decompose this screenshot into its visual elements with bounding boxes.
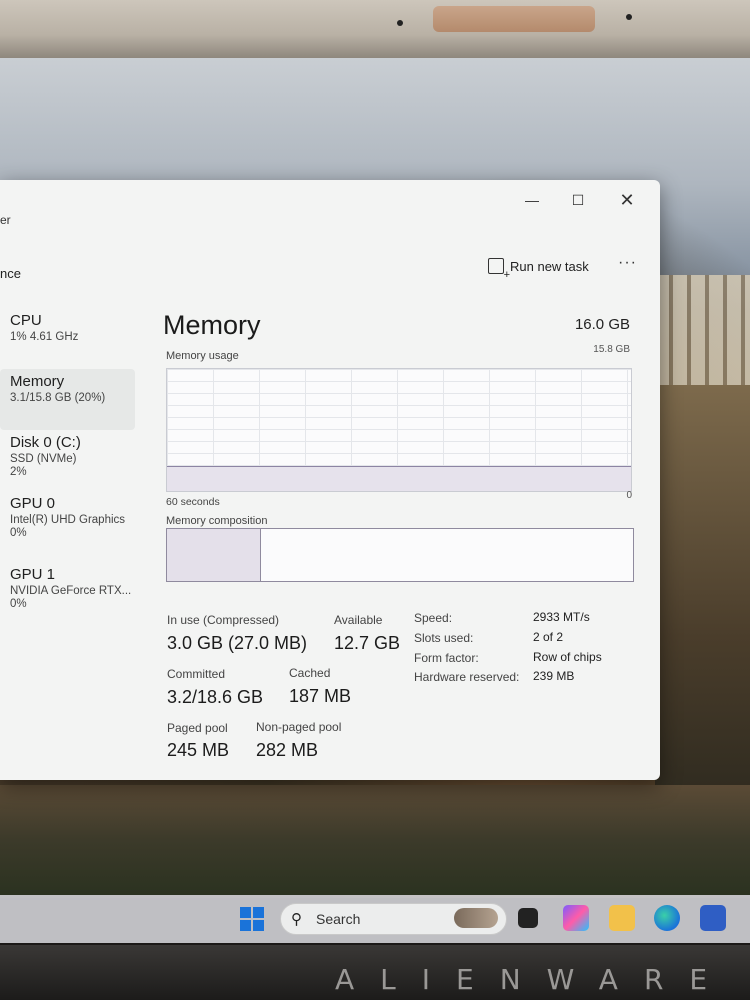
committed-value: 3.2/18.6 GB (167, 687, 264, 707)
nav-item-sub: 1% 4.61 GHz (10, 331, 79, 343)
nav-item-gpu0[interactable]: GPU 0 Intel(R) UHD Graphics 0% (0, 491, 135, 562)
minimize-button[interactable]: — (517, 188, 547, 212)
task-manager-window: er — ☐ ✕ nce Run new task ··· CPU 1% 4.6… (0, 180, 660, 780)
paged-pool-label: Paged pool (167, 721, 228, 735)
search-placeholder: Search (316, 911, 361, 927)
page-title: nce (0, 266, 21, 281)
form-factor-value: Row of chips (533, 650, 602, 664)
performance-nav: CPU 1% 4.61 GHz Memory 3.1/15.8 GB (20%)… (0, 308, 135, 633)
more-options-button[interactable]: ··· (618, 254, 637, 272)
brand-logo: ALIENWARE (335, 963, 734, 996)
store-icon[interactable] (700, 905, 726, 931)
total-memory: 16.0 GB (574, 316, 630, 333)
sensor-dot (626, 14, 632, 20)
wallpaper-building (655, 275, 750, 385)
memory-usage-label: Memory usage (166, 350, 239, 362)
panel-title: Memory (163, 310, 261, 340)
nav-item-name: Disk 0 (C:) (10, 434, 81, 451)
graph-zero-label: 0 (626, 490, 632, 501)
nav-item-name: GPU 0 (10, 495, 56, 512)
window-title: er (0, 213, 11, 227)
nav-item-sub: NVIDIA GeForce RTX... (10, 585, 132, 597)
nav-item-cpu[interactable]: CPU 1% 4.61 GHz (0, 308, 135, 369)
hardware-reserved-label: Hardware reserved: (414, 670, 520, 684)
paged-pool-value: 245 MB (167, 740, 230, 760)
title-bar[interactable]: er — ☐ ✕ (0, 180, 660, 227)
nav-item-sub2: 0% (10, 527, 27, 539)
nav-item-name: GPU 1 (10, 566, 56, 583)
cached-value: 187 MB (289, 686, 352, 706)
form-factor-label: Form factor: (414, 651, 479, 665)
run-new-task-label: Run new task (510, 258, 589, 274)
non-paged-pool-label: Non-paged pool (256, 720, 342, 734)
run-new-task-button[interactable]: Run new task (488, 258, 589, 281)
hardware-reserved-value: 239 MB (533, 669, 575, 683)
memory-composition-bar (166, 528, 634, 582)
file-explorer-icon[interactable] (609, 905, 635, 931)
memory-usage-fill (167, 465, 631, 491)
nav-item-memory[interactable]: Memory 3.1/15.8 GB (20%) (0, 369, 135, 430)
sensor-dot (397, 20, 403, 26)
memory-usage-max: 15.8 GB (593, 344, 630, 355)
run-task-icon (488, 258, 510, 281)
slots-used-label: Slots used: (414, 631, 474, 645)
wallpaper-cliff (655, 385, 750, 805)
composition-in-use (167, 529, 262, 581)
copilot-icon[interactable] (563, 905, 589, 931)
in-use-value: 3.0 GB (27.0 MB) (167, 633, 308, 653)
laptop-bezel-top (0, 0, 750, 58)
committed-label: Committed (167, 667, 226, 681)
close-button[interactable]: ✕ (612, 188, 642, 212)
search-highlight-image (454, 908, 498, 928)
speed-value: 2933 MT/s (533, 610, 590, 624)
nav-item-sub2: 0% (10, 598, 27, 610)
graph-time-label: 60 seconds (166, 496, 220, 508)
taskbar: ⚲ Search (0, 895, 750, 943)
task-view-icon[interactable] (518, 908, 538, 928)
in-use-label: In use (Compressed) (167, 613, 280, 627)
non-paged-pool-value: 282 MB (256, 740, 319, 760)
memory-usage-graph (166, 368, 632, 492)
speed-label: Speed: (414, 611, 453, 625)
nav-item-name: CPU (10, 312, 42, 329)
nav-item-gpu1[interactable]: GPU 1 NVIDIA GeForce RTX... 0% (0, 562, 135, 633)
wallpaper-ground (0, 785, 750, 895)
available-value: 12.7 GB (334, 633, 401, 653)
page-header: nce Run new task ··· (0, 250, 660, 290)
edge-browser-icon[interactable] (654, 905, 680, 931)
nav-item-sub2: 2% (10, 466, 27, 478)
search-icon: ⚲ (291, 911, 302, 928)
nav-item-name: Memory (10, 373, 65, 390)
windows-start-icon[interactable] (240, 907, 264, 931)
slots-used-value: 2 of 2 (533, 630, 564, 644)
nav-item-disk[interactable]: Disk 0 (C:) SSD (NVMe) 2% (0, 430, 135, 491)
nav-item-sub: 3.1/15.8 GB (20%) (10, 392, 106, 404)
cached-label: Cached (289, 666, 331, 680)
webcam-housing (433, 6, 595, 32)
maximize-button[interactable]: ☐ (563, 188, 593, 212)
memory-composition-label: Memory composition (166, 515, 268, 527)
nav-item-sub: SSD (NVMe) (10, 453, 77, 465)
available-label: Available (334, 613, 383, 627)
nav-item-sub: Intel(R) UHD Graphics (10, 514, 126, 526)
taskbar-search-box[interactable]: ⚲ Search (280, 903, 507, 935)
